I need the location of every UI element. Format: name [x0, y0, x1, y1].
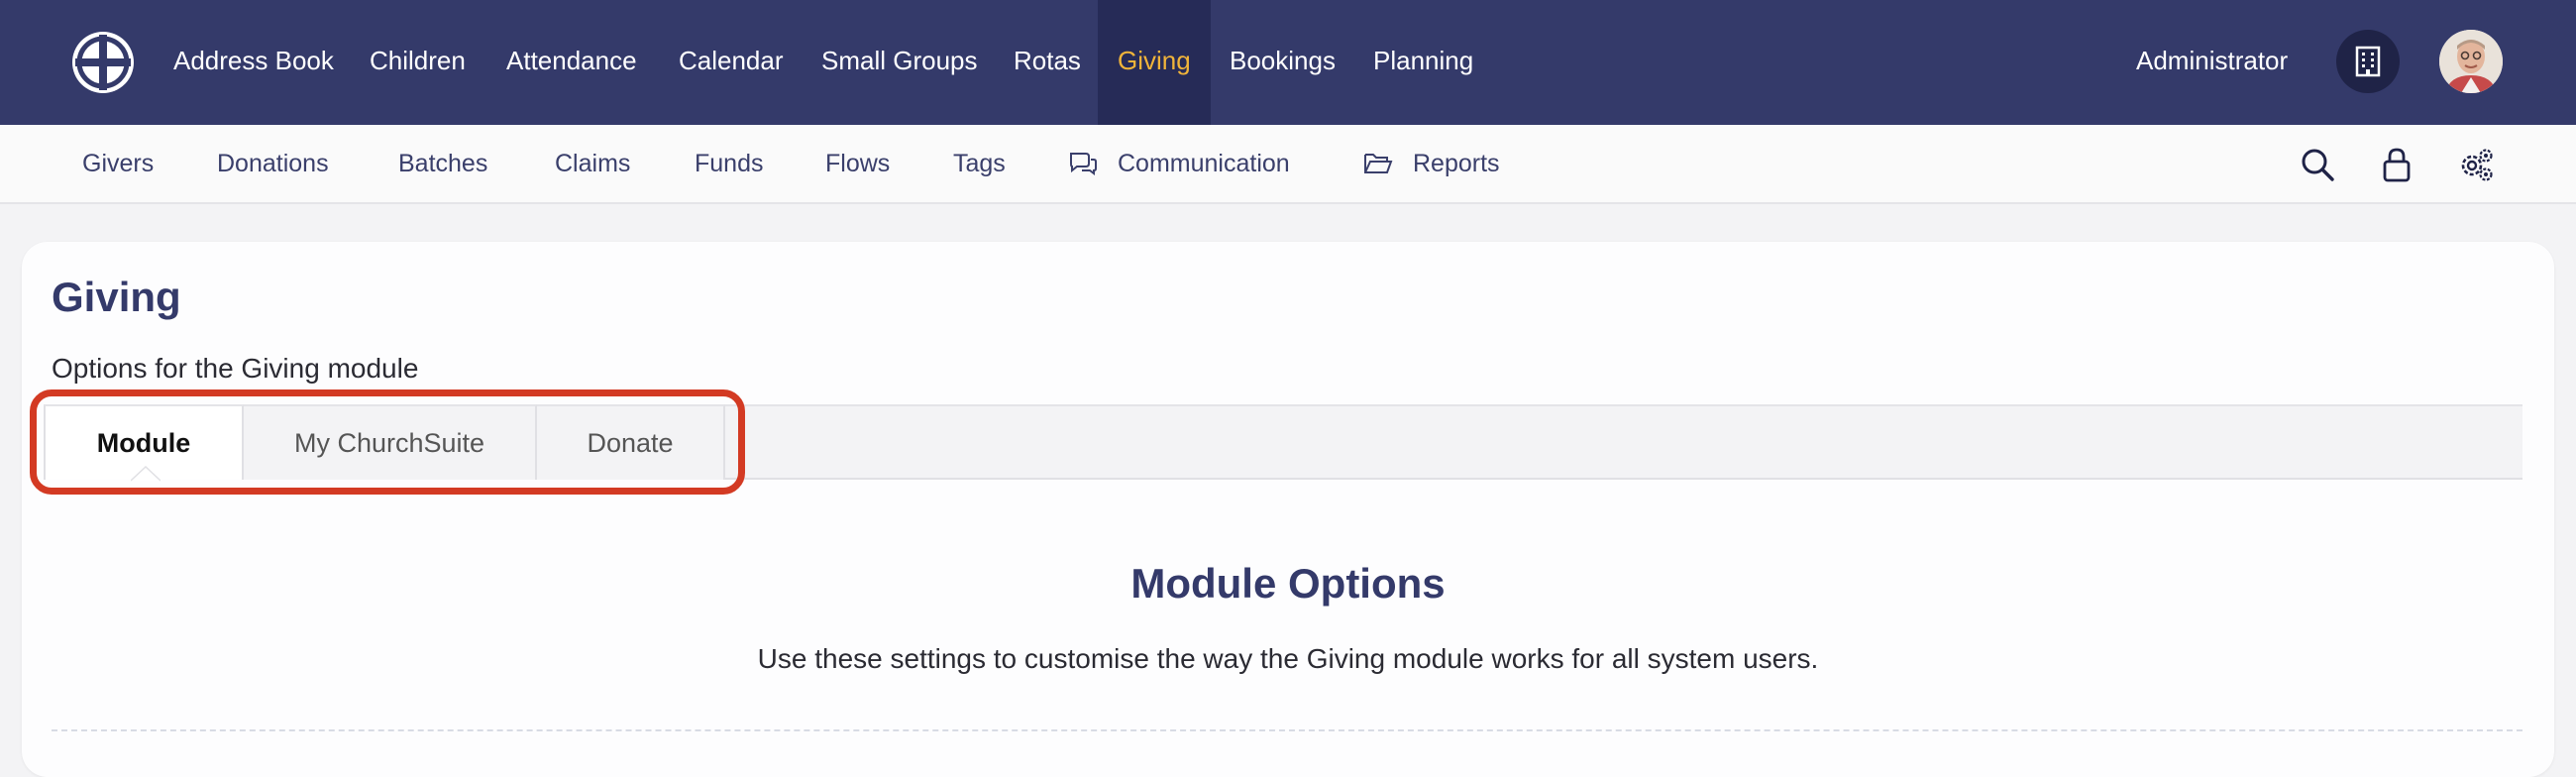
subnav-item-flows[interactable]: Flows	[825, 125, 890, 202]
content-card	[22, 242, 2554, 777]
search-icon[interactable]	[2299, 146, 2336, 183]
nav-item-address-book[interactable]: Address Book	[173, 0, 334, 125]
subnav-item-reports-label: Reports	[1413, 150, 1500, 177]
folder-open-icon	[1364, 154, 1393, 173]
nav-item-calendar[interactable]: Calendar	[679, 0, 784, 125]
user-avatar[interactable]	[2439, 30, 2503, 93]
nav-item-small-groups[interactable]: Small Groups	[821, 0, 978, 125]
building-icon	[2355, 46, 2381, 77]
nav-item-bookings[interactable]: Bookings	[1230, 0, 1336, 125]
subnav-item-donations[interactable]: Donations	[217, 125, 329, 202]
page-subtitle: Options for the Giving module	[52, 353, 419, 384]
nav-item-children[interactable]: Children	[370, 0, 466, 125]
nav-item-giving[interactable]: Giving	[1098, 0, 1211, 125]
nav-item-planning[interactable]: Planning	[1373, 0, 1473, 125]
administrator-menu[interactable]: Administrator	[2136, 0, 2288, 125]
subnav-item-givers[interactable]: Givers	[82, 125, 154, 202]
nav-item-attendance[interactable]: Attendance	[506, 0, 637, 125]
subnav-item-communication-label: Communication	[1118, 150, 1290, 177]
tabs-highlight-outline	[30, 389, 745, 495]
organisation-button[interactable]	[2336, 30, 2400, 93]
subnav-item-claims[interactable]: Claims	[555, 125, 630, 202]
subnav-item-reports[interactable]: Reports	[1363, 125, 1542, 202]
section-title: Module Options	[1130, 560, 1446, 607]
subnav-item-batches[interactable]: Batches	[398, 125, 487, 202]
section-divider	[52, 729, 2522, 731]
lock-icon[interactable]	[2378, 146, 2415, 183]
subnav-item-tags[interactable]: Tags	[953, 125, 1006, 202]
subnav-item-funds[interactable]: Funds	[695, 125, 763, 202]
page-title: Giving	[52, 274, 181, 320]
section-description: Use these settings to customise the way …	[757, 643, 1819, 674]
top-navigation-bar: Address Book Children Attendance Calenda…	[0, 0, 2576, 125]
nav-item-rotas[interactable]: Rotas	[1014, 0, 1081, 125]
subnav-item-communication[interactable]: Communication	[1068, 125, 1306, 202]
churchsuite-logo-icon[interactable]	[69, 29, 137, 96]
user-avatar-icon	[2439, 30, 2503, 93]
settings-icon[interactable]	[2457, 146, 2495, 183]
sub-navigation-bar: Givers Donations Batches Claims Funds Fl…	[0, 125, 2576, 204]
chat-bubbles-icon	[1070, 153, 1097, 175]
